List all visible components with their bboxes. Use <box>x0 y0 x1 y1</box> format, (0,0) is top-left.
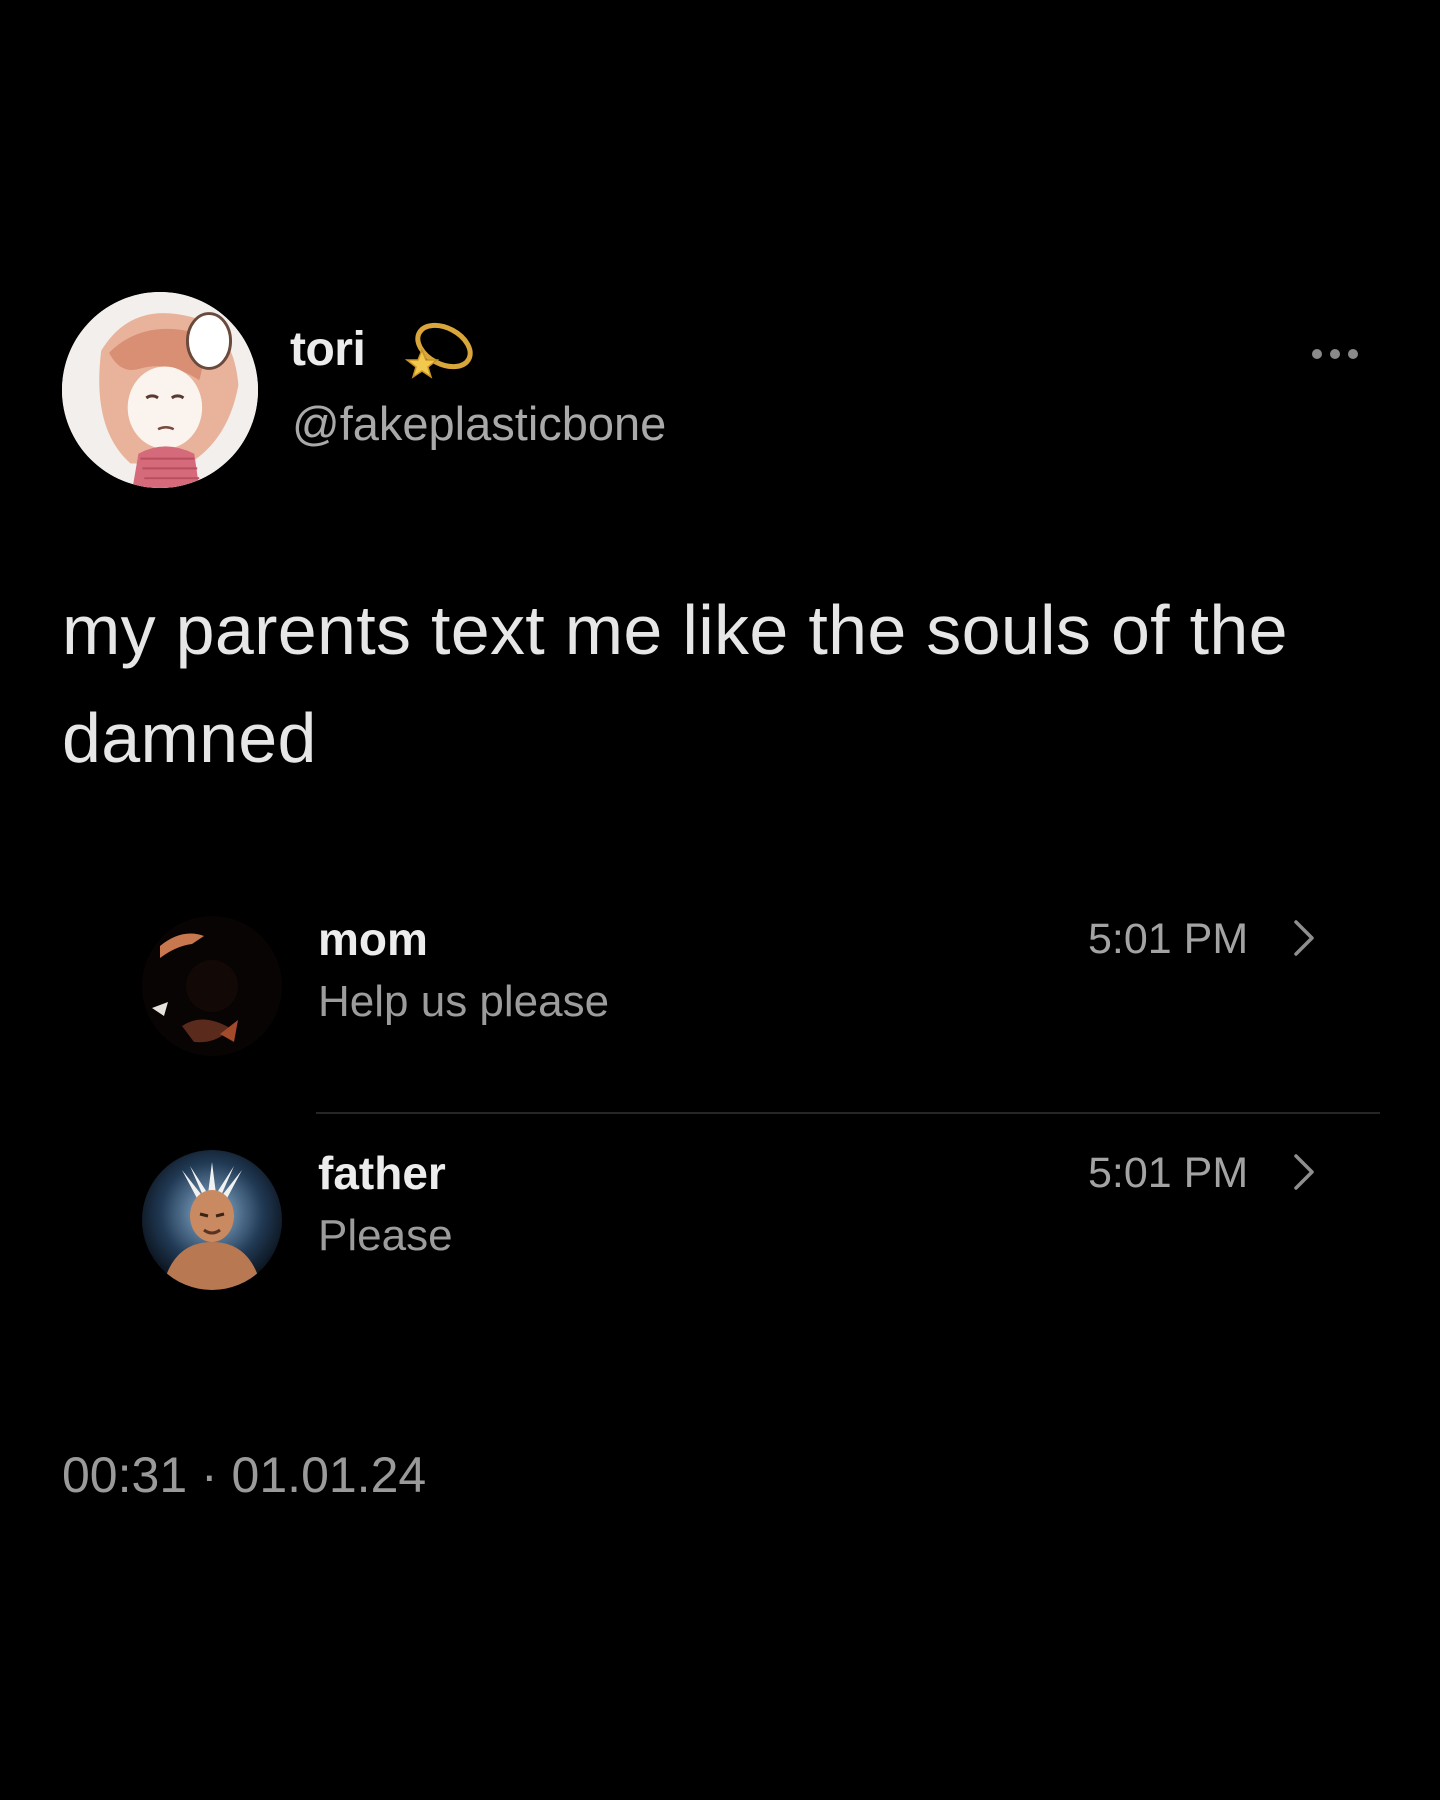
ellipsis-icon[interactable] <box>1312 344 1372 364</box>
message-divider <box>316 1112 1380 1114</box>
message-time: 5:01 PM <box>1088 915 1249 963</box>
bald-man-white-hair-avatar-icon <box>142 1150 282 1290</box>
dizzy-star-badge-icon <box>404 322 473 379</box>
message-time: 5:01 PM <box>1088 1149 1249 1197</box>
message-avatar-mom <box>142 916 282 1056</box>
chevron-right-icon <box>1294 920 1314 956</box>
message-preview: Please <box>318 1211 453 1260</box>
author-handle[interactable]: @fakeplasticbone <box>292 400 666 447</box>
message-sender-name: mom <box>318 913 428 965</box>
anime-character-avatar-icon <box>62 292 258 488</box>
chevron-right-icon <box>1294 1154 1314 1190</box>
message-row-father[interactable]: father Please 5:01 PM <box>0 1134 1440 1314</box>
message-row-mom[interactable]: mom Help us please 5:01 PM <box>0 900 1440 1080</box>
message-preview: Help us please <box>318 977 610 1026</box>
more-dot-icon <box>1312 349 1322 359</box>
author-display-name[interactable]: tori <box>290 326 366 374</box>
tweet-text: my parents text me like the souls of the… <box>62 591 1288 777</box>
message-avatar-father <box>142 1150 282 1290</box>
more-dot-icon <box>1330 349 1340 359</box>
dark-fiery-avatar-icon <box>142 916 282 1056</box>
message-sender-name: father <box>318 1147 446 1199</box>
author-avatar[interactable] <box>62 292 258 488</box>
tweet-timestamp[interactable]: 00:31 · 01.01.24 <box>62 1450 426 1500</box>
more-dot-icon <box>1348 349 1358 359</box>
